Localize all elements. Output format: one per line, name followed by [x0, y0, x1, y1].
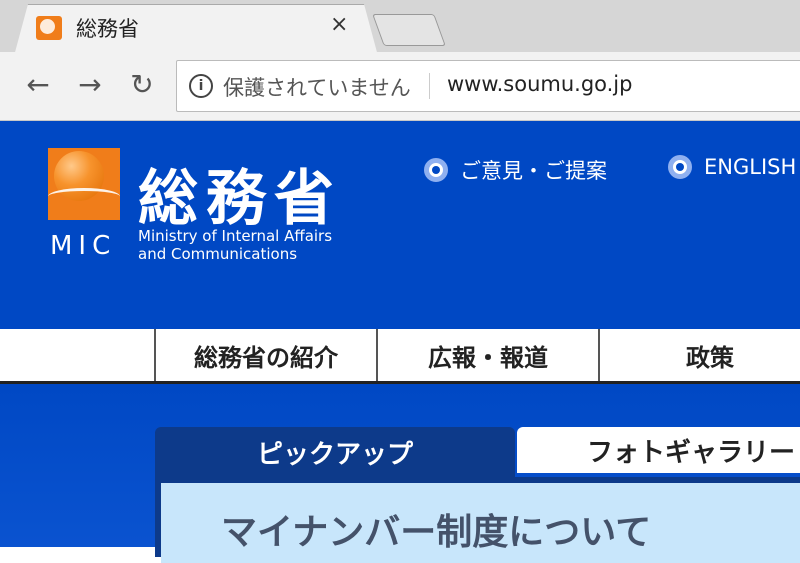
ring-bullet-icon [424, 158, 448, 182]
reload-icon[interactable]: ↻ [126, 69, 158, 101]
nav-item-policy[interactable]: 政策 [598, 329, 800, 381]
browser-tabstrip: 総務省 × [0, 0, 800, 56]
tab-pickup[interactable]: ピックアップ [155, 427, 515, 477]
nav-item-about[interactable]: 総務省の紹介 [154, 329, 376, 381]
main-content: ピックアップ フォトギャラリー マイナンバー制度について [0, 384, 800, 563]
english-link[interactable]: ENGLISH [668, 155, 796, 179]
pickup-panel: マイナンバー制度について [155, 477, 800, 563]
pickup-headline[interactable]: マイナンバー制度について [221, 503, 651, 555]
mic-logo-icon[interactable] [48, 148, 120, 220]
english-link-label: ENGLISH [704, 155, 797, 179]
tab-close-icon[interactable]: × [330, 12, 348, 37]
logo-swoosh [48, 188, 120, 205]
logo-english-line-1: Ministry of Internal Affairs [138, 227, 333, 245]
forward-arrow-icon[interactable]: → [74, 69, 106, 101]
info-icon[interactable]: i [189, 74, 213, 98]
site-favicon-icon [36, 16, 62, 40]
back-arrow-icon[interactable]: ← [22, 69, 54, 101]
opinion-link[interactable]: ご意見・ご提案 [424, 155, 607, 185]
logo-abbreviation: MIC [50, 231, 117, 261]
logo-english-line-2: and Communications [138, 245, 298, 263]
browser-tab[interactable] [14, 4, 378, 56]
tab-photo-gallery[interactable]: フォトギャラリー [517, 427, 800, 473]
browser-tab-title: 総務省 [76, 17, 139, 41]
ring-bullet-icon [668, 155, 692, 179]
browser-toolbar: ← → ↻ i 保護されていません www.soumu.go.jp [0, 52, 800, 121]
address-bar-divider [429, 73, 430, 99]
url-text[interactable]: www.soumu.go.jp [447, 72, 632, 96]
nav-item-press[interactable]: 広報・報道 [376, 329, 598, 381]
logo-kanji[interactable]: 総務省 [138, 150, 342, 237]
pickup-panel-body: マイナンバー制度について [161, 483, 800, 563]
site-header: MIC 総務省 Ministry of Internal Affairs and… [0, 121, 800, 329]
security-status[interactable]: 保護されていません [223, 72, 411, 102]
new-tab-button[interactable] [372, 14, 446, 46]
global-nav: 総務省の紹介 広報・報道 政策 [0, 329, 800, 384]
address-bar[interactable]: i 保護されていません www.soumu.go.jp [176, 60, 800, 112]
opinion-link-label: ご意見・ご提案 [460, 159, 607, 183]
